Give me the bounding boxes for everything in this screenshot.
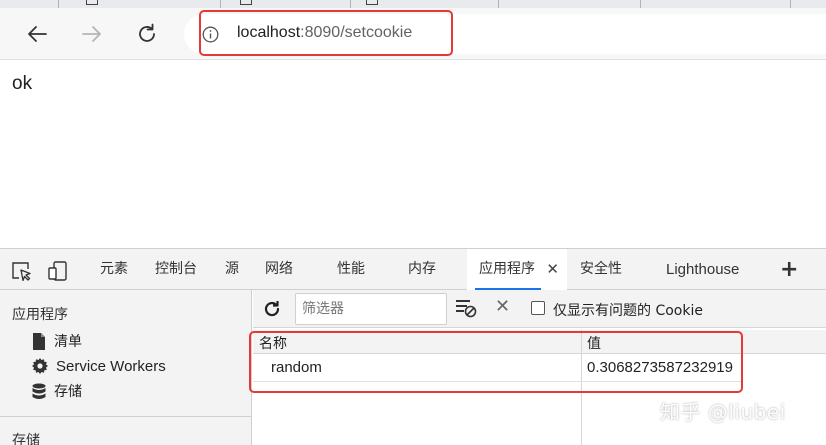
clear-filtered-cookies-button[interactable] — [455, 298, 477, 322]
tab-memory[interactable]: 内存 — [408, 249, 436, 290]
tab-lighthouse[interactable]: Lighthouse — [666, 249, 739, 290]
refresh-icon — [139, 23, 155, 42]
page-body-text: ok — [12, 73, 33, 94]
tab-separator — [220, 0, 221, 8]
sidebar-item-manifest[interactable]: 清单 — [32, 331, 82, 351]
tab-favicon — [86, 0, 98, 5]
close-tab-icon[interactable]: ✕ — [546, 249, 559, 290]
tab-favicon — [240, 0, 252, 5]
database-icon — [32, 383, 46, 399]
back-button[interactable] — [21, 18, 53, 50]
tab-performance[interactable]: 性能 — [337, 249, 365, 290]
document-icon — [33, 332, 45, 350]
delete-cookie-icon[interactable]: ✕ — [495, 296, 510, 317]
tab-separator — [350, 0, 351, 8]
devtools-tab-bar: 元素 控制台 源 网络 性能 内存 应用程序 ✕ 安全性 Lighthouse … — [0, 248, 826, 290]
tab-separator — [58, 0, 59, 8]
refresh-button[interactable] — [131, 18, 163, 50]
tab-application-label: 应用程序 — [479, 261, 535, 277]
tab-console[interactable]: 控制台 — [155, 249, 197, 290]
tab-separator — [640, 0, 641, 8]
clear-filter-icon — [456, 300, 477, 318]
arrow-left-icon — [28, 26, 47, 42]
sidebar-section-storage: 存储 — [12, 433, 40, 445]
tab-elements[interactable]: 元素 — [100, 249, 128, 290]
only-issues-checkbox[interactable] — [531, 301, 545, 315]
tab-application[interactable]: 应用程序 ✕ — [467, 249, 567, 290]
refresh-cookies-button[interactable] — [263, 300, 281, 322]
url-highlight-box — [199, 10, 453, 56]
browser-tab-strip — [0, 0, 826, 8]
sidebar-item-storage[interactable]: 存储 — [32, 381, 82, 401]
cookie-highlight-box — [249, 331, 743, 393]
sidebar-item-label: 存储 — [54, 384, 82, 400]
sidebar-item-service-workers[interactable]: Service Workers — [32, 356, 166, 376]
sidebar-item-label: 清单 — [54, 334, 82, 350]
refresh-icon — [264, 301, 280, 317]
device-toolbar-icon[interactable] — [47, 261, 69, 285]
add-tab-button[interactable]: + — [780, 249, 798, 290]
sidebar-divider — [0, 416, 252, 417]
cookies-toolbar: 筛选器 ✕ 仅显示有问题的 Cookie — [253, 290, 826, 328]
application-sidebar: 应用程序 清单 Service Workers 存储 存储 — [0, 290, 252, 445]
cookie-filter-input[interactable]: 筛选器 — [295, 293, 447, 325]
tab-separator — [790, 0, 791, 8]
sidebar-title: 应用程序 — [12, 307, 68, 323]
tab-favicon — [366, 0, 378, 5]
arrow-right-icon — [82, 26, 101, 42]
watermark-text: 知乎 @liubei — [660, 400, 786, 424]
tab-network[interactable]: 网络 — [265, 249, 293, 290]
tab-separator — [498, 0, 499, 8]
gear-icon — [32, 358, 48, 374]
inspect-element-icon[interactable] — [11, 261, 33, 285]
tab-sources[interactable]: 源 — [225, 249, 239, 290]
sidebar-item-label: Service Workers — [56, 357, 166, 375]
forward-button[interactable] — [76, 18, 108, 50]
tab-security[interactable]: 安全性 — [580, 249, 622, 290]
only-issues-label: 仅显示有问题的 Cookie — [553, 303, 703, 319]
